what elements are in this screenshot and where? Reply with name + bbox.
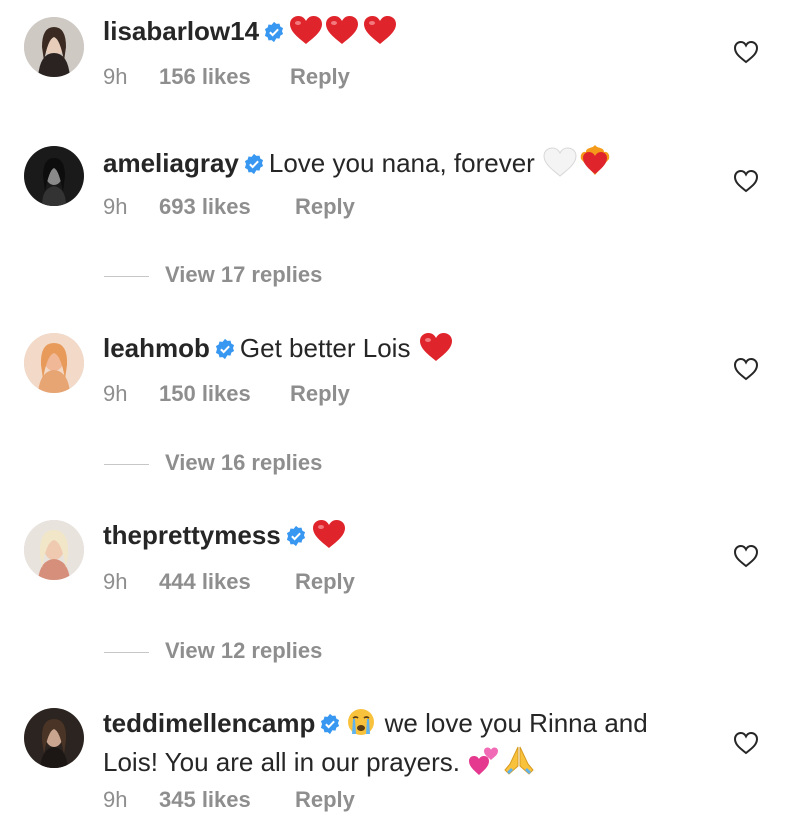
divider [104,275,149,277]
avatar[interactable] [24,333,84,393]
like-heart-outline-icon[interactable] [733,357,759,381]
likes-count[interactable]: 693 likes [159,194,295,220]
likes-count[interactable]: 444 likes [159,569,295,595]
verified-badge-icon [321,713,340,735]
comment-body: Love you nana, forever [268,148,535,178]
heart-on-fire-icon [578,143,612,184]
view-replies-label: View 17 replies [165,262,323,287]
red-heart-icon [311,519,347,556]
verified-badge-icon [286,525,305,547]
reply-button[interactable]: Reply [290,381,350,407]
comment-body: we love you Rinna and [384,708,648,738]
comment-time: 9h [103,194,128,219]
avatar[interactable] [24,708,84,768]
divider [104,651,149,653]
comment-time: 9h [103,787,128,812]
comment-body: Get better Lois [239,333,411,363]
two-hearts-icon [467,746,501,783]
reply-button[interactable]: Reply [290,64,350,90]
username[interactable]: ameliagray [103,148,239,178]
username[interactable]: lisabarlow14 [103,16,259,46]
view-replies-label: View 12 replies [165,638,323,663]
avatar[interactable] [24,146,84,206]
like-heart-outline-icon[interactable] [733,40,759,64]
red-heart-icon [361,15,399,52]
comment-text: leahmob Get better Lois [103,332,703,369]
red-heart-icon [289,15,323,52]
comment-meta: 9h 156 likes Reply [103,64,350,90]
folded-hands-icon [501,744,537,783]
verified-badge-icon [265,21,284,43]
divider [104,463,149,465]
like-heart-outline-icon[interactable] [733,169,759,193]
username[interactable]: theprettymess [103,520,281,550]
like-heart-outline-icon[interactable] [733,731,759,755]
avatar[interactable] [24,520,84,580]
crying-face-icon [345,707,377,744]
comment-time: 9h [103,64,128,89]
comment-meta: 9h 693 likes Reply [103,194,355,220]
view-replies-button[interactable]: View 12 replies [104,638,322,664]
username[interactable]: teddimellencamp [103,708,315,738]
comment-text: lisabarlow14 [103,15,703,52]
verified-badge-icon [215,338,234,360]
comment-meta: 9h 444 likes Reply [103,569,355,595]
comment-text: teddimellencamp we love you Rinna and Lo… [103,707,703,783]
comment-time: 9h [103,381,128,406]
comment-text: theprettymess [103,519,703,556]
white-heart-icon [542,147,578,184]
likes-count[interactable]: 150 likes [159,381,290,407]
avatar[interactable] [24,17,84,77]
like-heart-outline-icon[interactable] [733,544,759,568]
reply-button[interactable]: Reply [295,569,355,595]
view-replies-button[interactable]: View 17 replies [104,262,322,288]
red-heart-icon [323,15,361,52]
comment-meta: 9h 345 likes Reply [103,787,355,813]
comment-meta: 9h 150 likes Reply [103,381,350,407]
red-heart-icon [418,332,454,369]
reply-button[interactable]: Reply [295,787,355,813]
reply-button[interactable]: Reply [295,194,355,220]
view-replies-button[interactable]: View 16 replies [104,450,322,476]
comment-body-line2: Lois! You are all in our prayers. [103,747,460,777]
comment-time: 9h [103,569,128,594]
username[interactable]: leahmob [103,333,210,363]
view-replies-label: View 16 replies [165,450,323,475]
comment-text: ameliagray Love you nana, forever [103,143,703,184]
verified-badge-icon [244,153,263,175]
likes-count[interactable]: 345 likes [159,787,295,813]
likes-count[interactable]: 156 likes [159,64,290,90]
